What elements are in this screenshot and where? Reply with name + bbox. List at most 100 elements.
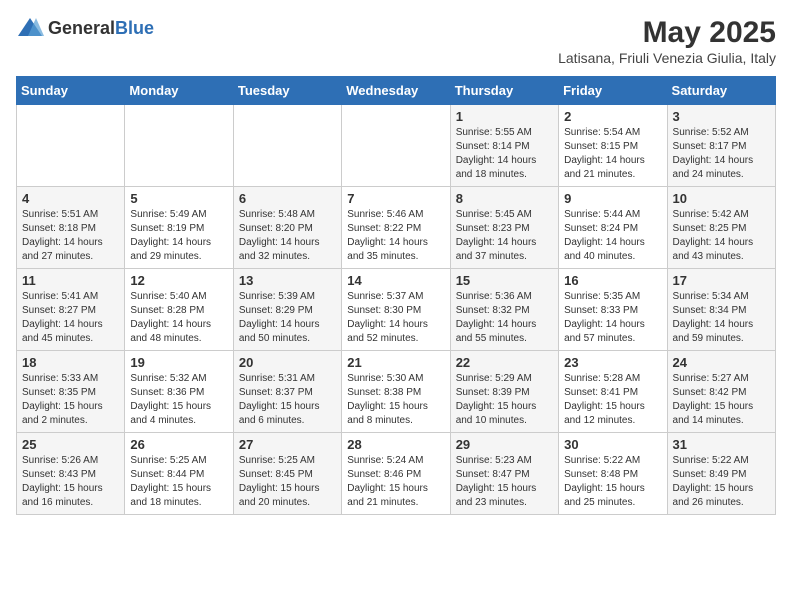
calendar-cell: 21 Sunrise: 5:30 AM Sunset: 8:38 PM Dayli… <box>342 351 450 433</box>
cell-info: Sunrise: 5:24 AM Sunset: 8:46 PM Dayligh… <box>347 454 444 510</box>
cell-date: 27 <box>239 437 336 452</box>
cell-date: 6 <box>239 191 336 206</box>
calendar-cell: 5 Sunrise: 5:49 AM Sunset: 8:19 PM Daylig… <box>125 187 233 269</box>
cell-info: Sunrise: 5:49 AM Sunset: 8:19 PM Dayligh… <box>130 208 227 264</box>
cell-date: 12 <box>130 273 227 288</box>
day-header-monday: Monday <box>125 77 233 105</box>
cell-date: 28 <box>347 437 444 452</box>
cell-info: Sunrise: 5:40 AM Sunset: 8:28 PM Dayligh… <box>130 290 227 346</box>
cell-date: 15 <box>456 273 553 288</box>
calendar-week-row: 18Sunrise: 5:33 AM Sunset: 8:35 PM Dayli… <box>17 351 776 433</box>
day-header-row: SundayMondayTuesdayWednesdayThursdayFrid… <box>17 77 776 105</box>
cell-date: 7 <box>347 191 444 206</box>
cell-info: Sunrise: 5:34 AM Sunset: 8:34 PM Dayligh… <box>673 290 770 346</box>
logo-general: General <box>48 18 115 38</box>
cell-date: 29 <box>456 437 553 452</box>
calendar-cell: 22Sunrise: 5:29 AM Sunset: 8:39 PM Dayli… <box>450 351 558 433</box>
calendar-cell: 17 Sunrise: 5:34 AM Sunset: 8:34 PM Dayli… <box>667 269 775 351</box>
cell-info: Sunrise: 5:54 AM Sunset: 8:15 PM Dayligh… <box>564 126 661 182</box>
calendar-week-row: 25 Sunrise: 5:26 AM Sunset: 8:43 PM Dayli… <box>17 433 776 515</box>
cell-info: Sunrise: 5:32 AM Sunset: 8:36 PM Dayligh… <box>130 372 227 428</box>
cell-date: 1 <box>456 109 553 124</box>
cell-date: 18 <box>22 355 119 370</box>
cell-date: 10 <box>673 191 770 206</box>
cell-info: Sunrise: 5:44 AM Sunset: 8:24 PM Dayligh… <box>564 208 661 264</box>
cell-info: Sunrise: 5:37 AM Sunset: 8:30 PM Dayligh… <box>347 290 444 346</box>
logo: GeneralBlue <box>16 16 154 40</box>
day-header-thursday: Thursday <box>450 77 558 105</box>
calendar-cell <box>125 105 233 187</box>
cell-info: Sunrise: 5:46 AM Sunset: 8:22 PM Dayligh… <box>347 208 444 264</box>
cell-date: 31 <box>673 437 770 452</box>
cell-info: Sunrise: 5:31 AM Sunset: 8:37 PM Dayligh… <box>239 372 336 428</box>
cell-info: Sunrise: 5:29 AM Sunset: 8:39 PM Dayligh… <box>456 372 553 428</box>
calendar-cell: 20 Sunrise: 5:31 AM Sunset: 8:37 PM Dayli… <box>233 351 341 433</box>
cell-date: 16 <box>564 273 661 288</box>
calendar-subtitle: Latisana, Friuli Venezia Giulia, Italy <box>558 50 776 66</box>
logo-text: GeneralBlue <box>48 18 154 39</box>
calendar-cell: 30 Sunrise: 5:22 AM Sunset: 8:48 PM Dayli… <box>559 433 667 515</box>
cell-info: Sunrise: 5:42 AM Sunset: 8:25 PM Dayligh… <box>673 208 770 264</box>
calendar-cell: 13Sunrise: 5:39 AM Sunset: 8:29 PM Dayli… <box>233 269 341 351</box>
calendar-week-row: 11 Sunrise: 5:41 AM Sunset: 8:27 PM Dayli… <box>17 269 776 351</box>
cell-date: 17 <box>673 273 770 288</box>
calendar-body: 1 Sunrise: 5:55 AM Sunset: 8:14 PM Daylig… <box>17 105 776 515</box>
calendar-cell: 15Sunrise: 5:36 AM Sunset: 8:32 PM Dayli… <box>450 269 558 351</box>
calendar-cell: 23Sunrise: 5:28 AM Sunset: 8:41 PM Dayli… <box>559 351 667 433</box>
calendar-cell: 9Sunrise: 5:44 AM Sunset: 8:24 PM Daylig… <box>559 187 667 269</box>
calendar-cell <box>233 105 341 187</box>
calendar-cell: 6 Sunrise: 5:48 AM Sunset: 8:20 PM Daylig… <box>233 187 341 269</box>
logo-blue: Blue <box>115 18 154 38</box>
calendar-week-row: 4Sunrise: 5:51 AM Sunset: 8:18 PM Daylig… <box>17 187 776 269</box>
calendar-cell: 10 Sunrise: 5:42 AM Sunset: 8:25 PM Dayli… <box>667 187 775 269</box>
cell-info: Sunrise: 5:35 AM Sunset: 8:33 PM Dayligh… <box>564 290 661 346</box>
cell-date: 19 <box>130 355 227 370</box>
calendar-cell: 18Sunrise: 5:33 AM Sunset: 8:35 PM Dayli… <box>17 351 125 433</box>
calendar-cell: 26Sunrise: 5:25 AM Sunset: 8:44 PM Dayli… <box>125 433 233 515</box>
day-header-tuesday: Tuesday <box>233 77 341 105</box>
calendar-cell: 29Sunrise: 5:23 AM Sunset: 8:47 PM Dayli… <box>450 433 558 515</box>
cell-date: 11 <box>22 273 119 288</box>
cell-info: Sunrise: 5:25 AM Sunset: 8:44 PM Dayligh… <box>130 454 227 510</box>
calendar-cell: 14Sunrise: 5:37 AM Sunset: 8:30 PM Dayli… <box>342 269 450 351</box>
cell-info: Sunrise: 5:48 AM Sunset: 8:20 PM Dayligh… <box>239 208 336 264</box>
cell-date: 2 <box>564 109 661 124</box>
cell-info: Sunrise: 5:45 AM Sunset: 8:23 PM Dayligh… <box>456 208 553 264</box>
cell-info: Sunrise: 5:26 AM Sunset: 8:43 PM Dayligh… <box>22 454 119 510</box>
calendar-cell: 1 Sunrise: 5:55 AM Sunset: 8:14 PM Daylig… <box>450 105 558 187</box>
cell-date: 8 <box>456 191 553 206</box>
cell-date: 23 <box>564 355 661 370</box>
cell-date: 20 <box>239 355 336 370</box>
cell-date: 30 <box>564 437 661 452</box>
cell-date: 13 <box>239 273 336 288</box>
cell-info: Sunrise: 5:25 AM Sunset: 8:45 PM Dayligh… <box>239 454 336 510</box>
cell-info: Sunrise: 5:22 AM Sunset: 8:49 PM Dayligh… <box>673 454 770 510</box>
calendar-cell: 16 Sunrise: 5:35 AM Sunset: 8:33 PM Dayli… <box>559 269 667 351</box>
title-area: May 2025 Latisana, Friuli Venezia Giulia… <box>558 16 776 66</box>
cell-date: 24 <box>673 355 770 370</box>
calendar-cell: 11 Sunrise: 5:41 AM Sunset: 8:27 PM Dayli… <box>17 269 125 351</box>
cell-info: Sunrise: 5:41 AM Sunset: 8:27 PM Dayligh… <box>22 290 119 346</box>
calendar-cell: 12 Sunrise: 5:40 AM Sunset: 8:28 PM Dayli… <box>125 269 233 351</box>
cell-info: Sunrise: 5:51 AM Sunset: 8:18 PM Dayligh… <box>22 208 119 264</box>
cell-date: 25 <box>22 437 119 452</box>
cell-info: Sunrise: 5:30 AM Sunset: 8:38 PM Dayligh… <box>347 372 444 428</box>
day-header-saturday: Saturday <box>667 77 775 105</box>
calendar-table: SundayMondayTuesdayWednesdayThursdayFrid… <box>16 76 776 515</box>
cell-info: Sunrise: 5:55 AM Sunset: 8:14 PM Dayligh… <box>456 126 553 182</box>
cell-date: 5 <box>130 191 227 206</box>
day-header-wednesday: Wednesday <box>342 77 450 105</box>
calendar-cell: 31 Sunrise: 5:22 AM Sunset: 8:49 PM Dayli… <box>667 433 775 515</box>
calendar-title: May 2025 <box>558 16 776 50</box>
cell-info: Sunrise: 5:27 AM Sunset: 8:42 PM Dayligh… <box>673 372 770 428</box>
header: GeneralBlue May 2025 Latisana, Friuli Ve… <box>16 16 776 66</box>
generalblue-logo-icon <box>16 16 44 40</box>
calendar-cell <box>17 105 125 187</box>
cell-info: Sunrise: 5:52 AM Sunset: 8:17 PM Dayligh… <box>673 126 770 182</box>
day-header-friday: Friday <box>559 77 667 105</box>
cell-info: Sunrise: 5:22 AM Sunset: 8:48 PM Dayligh… <box>564 454 661 510</box>
calendar-cell: 25 Sunrise: 5:26 AM Sunset: 8:43 PM Dayli… <box>17 433 125 515</box>
calendar-cell: 7 Sunrise: 5:46 AM Sunset: 8:22 PM Daylig… <box>342 187 450 269</box>
calendar-cell: 28 Sunrise: 5:24 AM Sunset: 8:46 PM Dayli… <box>342 433 450 515</box>
cell-date: 21 <box>347 355 444 370</box>
